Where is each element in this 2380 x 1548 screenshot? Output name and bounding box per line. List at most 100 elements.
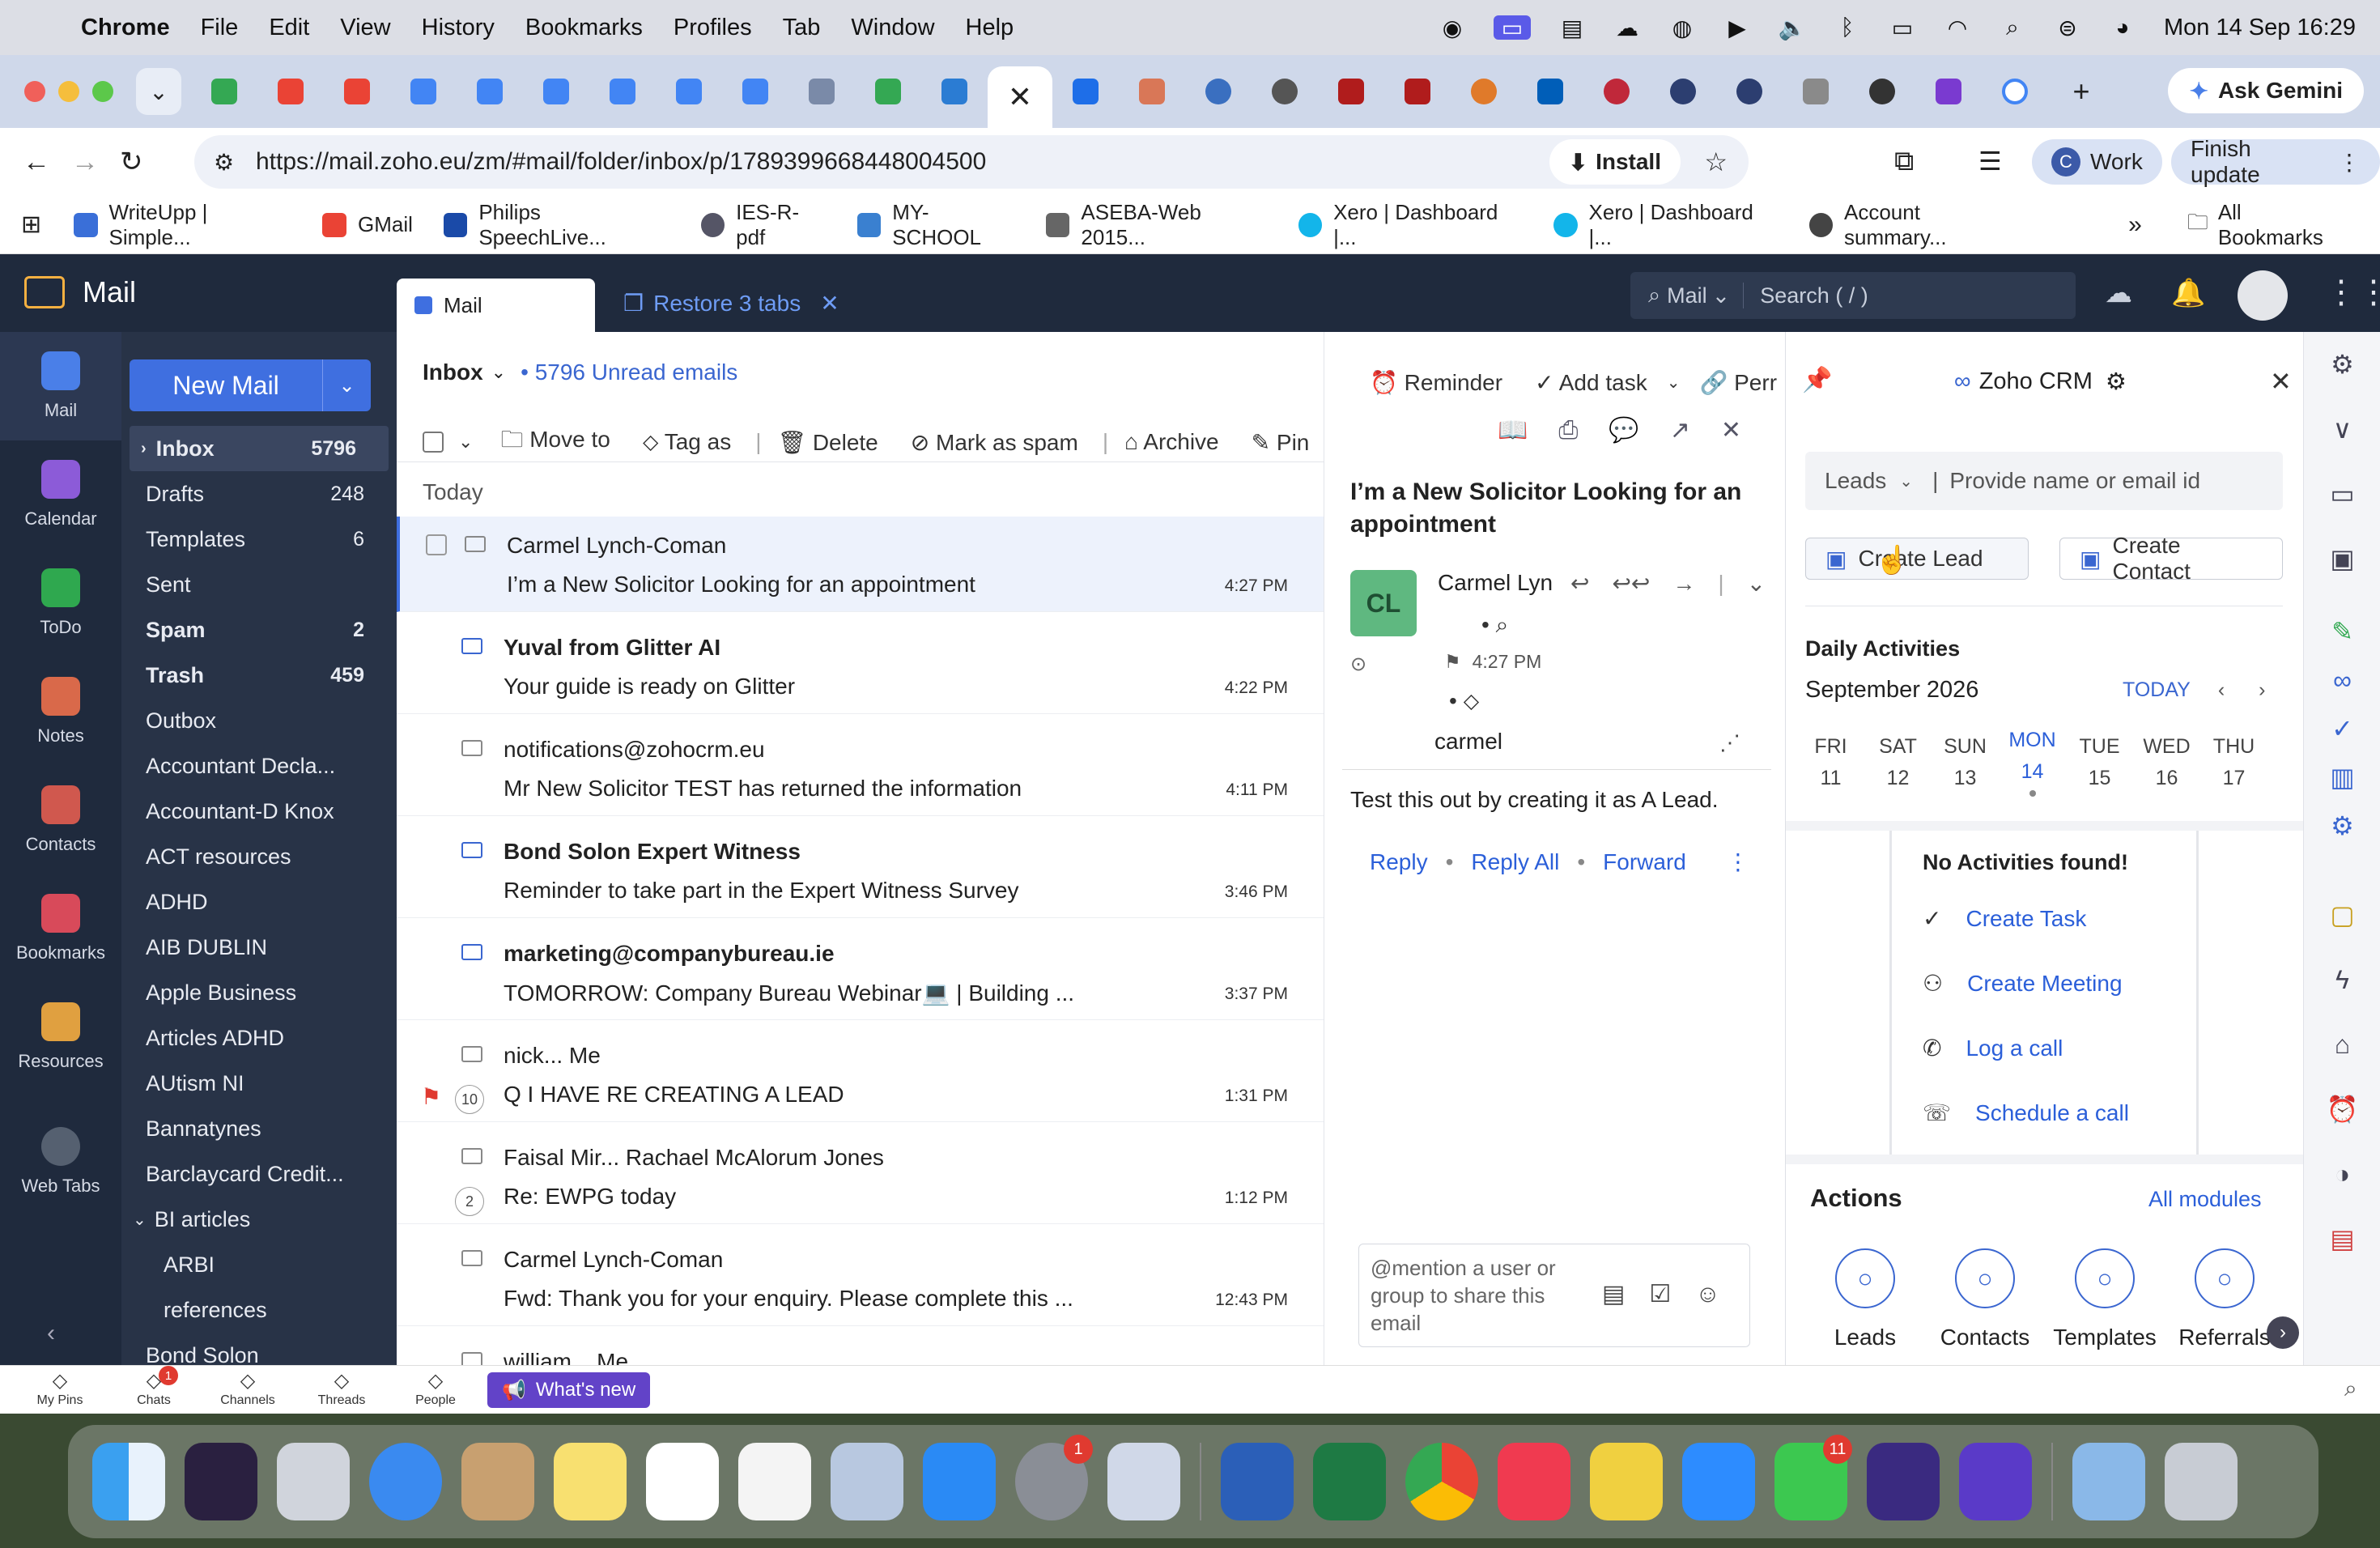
- search-scope[interactable]: Mail: [1667, 283, 1707, 308]
- collapse-sidebar-icon[interactable]: ‹: [47, 1320, 55, 1347]
- close-restore-icon[interactable]: ✕: [820, 290, 839, 317]
- add-task-dropdown-icon[interactable]: ⌄: [1667, 372, 1681, 393]
- folder-item[interactable]: Outbox: [121, 698, 397, 743]
- folder-item[interactable]: Trash 459: [121, 653, 397, 698]
- calendar-day[interactable]: THU 17: [2200, 735, 2267, 790]
- reload-icon[interactable]: ↻: [120, 146, 168, 178]
- crm-search[interactable]: Leads ⌄ | Provide name or email id: [1805, 452, 2283, 510]
- zoho-logo[interactable]: Mail: [24, 275, 136, 309]
- spotlight-icon[interactable]: ⌕: [1999, 15, 2026, 40]
- zoom-status-icon[interactable]: ◉: [1439, 15, 1466, 40]
- iphone-mirroring-icon[interactable]: [1107, 1443, 1180, 1520]
- launchpad-icon[interactable]: [277, 1443, 350, 1520]
- apple-icon[interactable]: [24, 15, 52, 40]
- menubar-datetime[interactable]: Mon 14 Sep 16:29: [2164, 15, 2356, 41]
- command-app-icon[interactable]: [1590, 1443, 1663, 1520]
- meet-icon[interactable]: ◍: [1668, 15, 1696, 40]
- add-task-button[interactable]: ✓ Add task: [1535, 369, 1647, 396]
- calendar-search-icon[interactable]: ▣: [2304, 526, 2380, 591]
- emoji-icon[interactable]: ☺: [1695, 1281, 1720, 1308]
- pin-panel-icon[interactable]: 📌: [1802, 366, 1832, 394]
- tag-icon[interactable]: • ⬦: [1449, 688, 1479, 715]
- delete-button[interactable]: 🗑 Delete: [777, 429, 878, 456]
- grammarly-icon[interactable]: [1959, 1443, 2032, 1520]
- reminder-button[interactable]: ⏰ Reminder: [1370, 369, 1502, 396]
- folder-item[interactable]: Templates 6: [121, 517, 397, 562]
- new-mail-button[interactable]: New Mail ⌄: [130, 359, 371, 411]
- sender-name[interactable]: Carmel Lyn: [1438, 570, 1553, 596]
- profile-button[interactable]: C Work: [2032, 139, 2162, 185]
- today-button[interactable]: TODAY: [2123, 678, 2191, 702]
- folder-item[interactable]: Apple Business: [121, 970, 397, 1015]
- safari-icon[interactable]: [369, 1443, 442, 1520]
- chat-icon[interactable]: 💬: [1609, 416, 1638, 444]
- gear-blue-icon[interactable]: ⚙: [2304, 802, 2380, 850]
- address-bar[interactable]: ⚙ https://mail.zoho.eu/zm/#mail/folder/i…: [194, 135, 1749, 189]
- settings-icon[interactable]: ⚙: [2304, 332, 2380, 397]
- folder-item[interactable]: ADHD: [121, 879, 397, 925]
- email-row[interactable]: Yuval from Glitter AI Your guide is ready…: [397, 619, 1324, 714]
- next-week-icon[interactable]: ›: [2259, 678, 2265, 702]
- new-tab-plus-icon[interactable]: +: [2048, 68, 2114, 115]
- crm-link-icon[interactable]: ∞: [2304, 656, 2380, 704]
- tab-active-close-icon[interactable]: ✕: [988, 66, 1052, 128]
- tag-as-button[interactable]: ⬦ Tag as: [643, 429, 731, 456]
- minimize-window-button[interactable]: [58, 81, 79, 102]
- folder-item[interactable]: AUtism NI: [121, 1061, 397, 1106]
- select-dropdown-icon[interactable]: ⌄: [458, 432, 473, 453]
- bookmarks-overflow-icon[interactable]: »: [2128, 211, 2142, 239]
- menu-window[interactable]: Window: [851, 15, 934, 41]
- reply-icon[interactable]: ↩: [1570, 570, 1589, 597]
- menu-view[interactable]: View: [340, 15, 390, 41]
- folder-item[interactable]: › Inbox 5796: [130, 426, 389, 471]
- tab-circle[interactable]: [1451, 68, 1517, 115]
- notes-app-icon[interactable]: [554, 1443, 627, 1520]
- play-icon[interactable]: ▶: [1723, 15, 1751, 40]
- crm-settings-icon[interactable]: ⚙: [2106, 368, 2127, 396]
- bottom-nav-item[interactable]: ◇ Threads: [295, 1369, 389, 1408]
- task-icon[interactable]: ☑: [1649, 1280, 1671, 1308]
- pin-button[interactable]: ✎ Pin: [1252, 429, 1310, 456]
- tab-ts-1[interactable]: [1318, 68, 1384, 115]
- tab-docs-3[interactable]: [523, 68, 589, 115]
- folder-item[interactable]: Drafts 248: [121, 471, 397, 517]
- screen-share-icon[interactable]: ▭: [1493, 15, 1531, 40]
- menu-history[interactable]: History: [422, 15, 495, 41]
- nova-icon[interactable]: [1867, 1443, 1940, 1520]
- rail-resources[interactable]: Resources: [0, 983, 121, 1091]
- system-settings-icon[interactable]: 1: [1015, 1435, 1093, 1520]
- preview-icon[interactable]: [831, 1443, 903, 1520]
- close-window-button[interactable]: [24, 81, 45, 102]
- tab-mail[interactable]: Mail: [397, 279, 595, 332]
- reply-all-icon[interactable]: ↩↩: [1612, 570, 1650, 597]
- permalink-button[interactable]: 🔗 Perr: [1699, 369, 1777, 396]
- menu-profiles[interactable]: Profiles: [674, 15, 752, 41]
- bookmark-account-summary[interactable]: Account summary...: [1808, 200, 2025, 250]
- close-crm-icon[interactable]: ✕: [2270, 366, 2292, 397]
- print-icon[interactable]: ⎙: [1558, 417, 1578, 444]
- tab-sheets[interactable]: [855, 68, 921, 115]
- tab-docs-6[interactable]: [722, 68, 788, 115]
- facetime-icon[interactable]: 11: [1774, 1435, 1852, 1520]
- folder-item[interactable]: ACT resources: [121, 834, 397, 879]
- chevron-down-icon[interactable]: ⌄: [491, 362, 506, 383]
- siri-icon[interactable]: ◕: [2109, 15, 2136, 40]
- popout-icon[interactable]: ↗: [1670, 416, 1690, 444]
- flag-icon[interactable]: ⚑: [1444, 651, 1461, 673]
- search-sender-icon[interactable]: • ⌕: [1481, 612, 1508, 639]
- tab-zoho[interactable]: [1052, 68, 1119, 115]
- crm-module-select[interactable]: Leads: [1825, 468, 1886, 494]
- calendar-day[interactable]: FRI 11: [1797, 735, 1864, 790]
- flag-red-icon[interactable]: ⚑: [421, 1083, 441, 1110]
- bookmark-xero-2[interactable]: Xero | Dashboard |...: [1553, 200, 1778, 250]
- menu-tab[interactable]: Tab: [783, 15, 821, 41]
- tab-docs-2[interactable]: [457, 68, 523, 115]
- bookmark-my-school[interactable]: MY-SCHOOL: [856, 200, 1015, 250]
- template-icon[interactable]: ▤: [1602, 1280, 1625, 1308]
- notification-bell-icon[interactable]: 🔔: [2171, 277, 2205, 309]
- email-row[interactable]: 2 Faisal Mir... Rachael McAlorum Jones Re:…: [397, 1129, 1324, 1224]
- tab-gmail-1[interactable]: [257, 68, 324, 115]
- tab-openai[interactable]: [1849, 68, 1915, 115]
- menu-app-name[interactable]: Chrome: [81, 15, 170, 41]
- folder-item[interactable]: ARBI: [121, 1242, 397, 1287]
